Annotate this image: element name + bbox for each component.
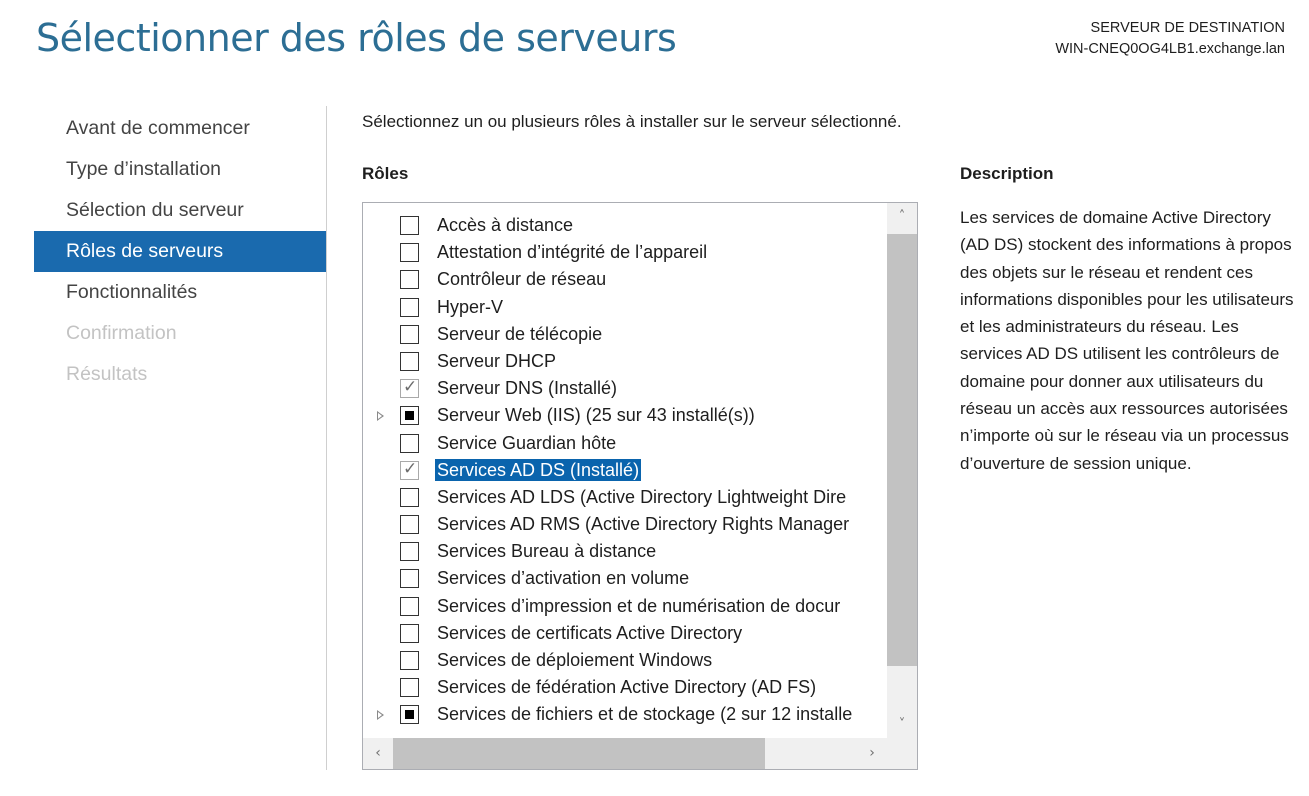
checkmark-icon: ✓ [403,377,418,398]
role-row[interactable]: Serveur DHCP [363,349,887,376]
role-label[interactable]: Serveur DNS (Installé) [435,377,619,399]
scrollbar-corner [887,738,917,769]
nav-item: Résultats [66,363,148,385]
nav-item: Confirmation [66,322,177,344]
destination-server-info: SERVEUR DE DESTINATION WIN-CNEQ0OG4LB1.e… [1055,18,1285,60]
horizontal-scroll-thumb[interactable] [393,738,765,769]
role-checkbox[interactable] [400,651,419,670]
role-row[interactable]: Services de fédération Active Directory … [363,675,887,702]
role-checkbox: ✓ [400,458,419,480]
role-row[interactable]: ✓ Services AD DS (Installé) [363,458,887,485]
role-row[interactable]: ✓ Serveur DNS (Installé) [363,376,887,403]
role-checkbox[interactable] [400,243,419,263]
role-checkbox[interactable] [400,487,419,507]
role-row[interactable]: Accès à distance [363,213,887,240]
role-checkbox[interactable] [400,515,419,535]
role-label[interactable]: Services Bureau à distance [435,540,658,562]
destination-server-name: WIN-CNEQ0OG4LB1.exchange.lan [1055,41,1285,57]
nav-item[interactable]: Fonctionnalités [34,272,326,313]
role-row[interactable]: Attestation d’intégrité de l’appareil [363,240,887,267]
role-row[interactable]: Contrôleur de réseau [363,267,887,294]
role-checkbox[interactable] [400,216,419,235]
scroll-left-icon[interactable]: ‹ [363,738,393,769]
nav-item[interactable]: Type d’installation [34,149,326,190]
role-label[interactable]: Services de fichiers et de stockage (2 s… [435,703,854,725]
role-checkbox[interactable] [400,270,419,290]
role-label[interactable]: Services de déploiement Windows [435,649,714,671]
expand-arrow-icon[interactable] [377,710,384,721]
role-checkbox[interactable] [400,433,419,453]
scroll-right-icon[interactable]: › [857,738,887,769]
roles-list: Accès à distance Attestation d’intégrité … [363,213,887,730]
horizontal-scrollbar[interactable]: ‹ › [363,738,887,769]
destination-label: SERVEUR DE DESTINATION [1090,20,1285,36]
role-label[interactable]: Services d’activation en volume [435,567,691,589]
role-label[interactable]: Services d’impression et de numérisation… [435,595,842,617]
role-label[interactable]: Contrôleur de réseau [435,268,608,290]
vertical-scrollbar[interactable]: ˄ ˅ [887,203,917,739]
role-checkbox[interactable] [400,569,419,589]
role-label[interactable]: Services AD RMS (Active Directory Rights… [435,513,851,535]
role-row[interactable]: Serveur Web (IIS) (25 sur 43 installé(s)… [363,403,887,430]
vertical-scroll-thumb[interactable] [887,234,917,666]
role-row[interactable]: Services Bureau à distance [363,539,887,566]
nav-divider [326,106,327,770]
role-checkbox[interactable] [400,678,419,698]
role-row[interactable]: Serveur de télécopie [363,322,887,349]
role-checkbox[interactable] [400,324,419,344]
role-label[interactable]: Accès à distance [435,214,575,236]
intro-text: Sélectionnez un ou plusieurs rôles à ins… [362,112,902,131]
role-checkbox: ✓ [400,377,419,399]
roles-heading: Rôles [362,164,409,183]
roles-tree[interactable]: Accès à distance Attestation d’intégrité … [362,202,918,770]
scroll-up-icon[interactable]: ˄ [887,203,917,231]
role-row[interactable]: Services de certificats Active Directory [363,621,887,648]
partial-check-icon [405,411,414,421]
nav-item[interactable]: Rôles de serveurs [34,231,326,272]
description-text: Les services de domaine Active Directory… [960,208,1294,473]
role-row[interactable]: Hyper-V [363,295,887,322]
role-label[interactable]: Serveur de télécopie [435,323,604,345]
role-checkbox[interactable] [400,297,419,317]
nav-item[interactable]: Sélection du serveur [34,190,326,231]
role-label[interactable]: Services de certificats Active Directory [435,622,744,644]
nav-item[interactable]: Avant de commencer [34,108,326,149]
role-label[interactable]: Hyper-V [435,296,505,318]
role-checkbox[interactable] [400,596,419,616]
checkmark-icon: ✓ [403,458,418,479]
role-label[interactable]: Services de fédération Active Directory … [435,676,818,698]
role-label[interactable]: Service Guardian hôte [435,432,618,454]
role-checkbox[interactable] [400,705,419,725]
role-checkbox[interactable] [400,542,419,562]
role-label[interactable]: Attestation d’intégrité de l’appareil [435,241,709,263]
role-label[interactable]: Services AD LDS (Active Directory Lightw… [435,486,848,508]
scroll-down-icon[interactable]: ˅ [887,711,917,739]
role-label[interactable]: Serveur DHCP [435,350,558,372]
role-checkbox[interactable] [400,351,419,371]
expand-arrow-icon[interactable] [377,411,384,422]
role-row[interactable]: Services de fichiers et de stockage (2 s… [363,702,887,729]
role-checkbox[interactable] [400,406,419,426]
page-title: Sélectionner des rôles de serveurs [36,16,677,60]
role-label[interactable]: Serveur Web (IIS) (25 sur 43 installé(s)… [435,404,757,426]
role-row[interactable]: Services AD LDS (Active Directory Lightw… [363,485,887,512]
wizard-nav: Avant de commencer Type d’installation Sél… [34,108,326,395]
role-row[interactable]: Services d’impression et de numérisation… [363,594,887,621]
partial-check-icon [405,710,414,720]
role-label[interactable]: Services AD DS (Installé) [435,458,642,481]
description-heading: Description [960,164,1054,183]
role-checkbox[interactable] [400,623,419,643]
role-row[interactable]: Services d’activation en volume [363,566,887,593]
role-row[interactable]: Services de déploiement Windows [363,648,887,675]
role-row[interactable]: Services AD RMS (Active Directory Rights… [363,512,887,539]
role-row[interactable]: Service Guardian hôte [363,431,887,458]
